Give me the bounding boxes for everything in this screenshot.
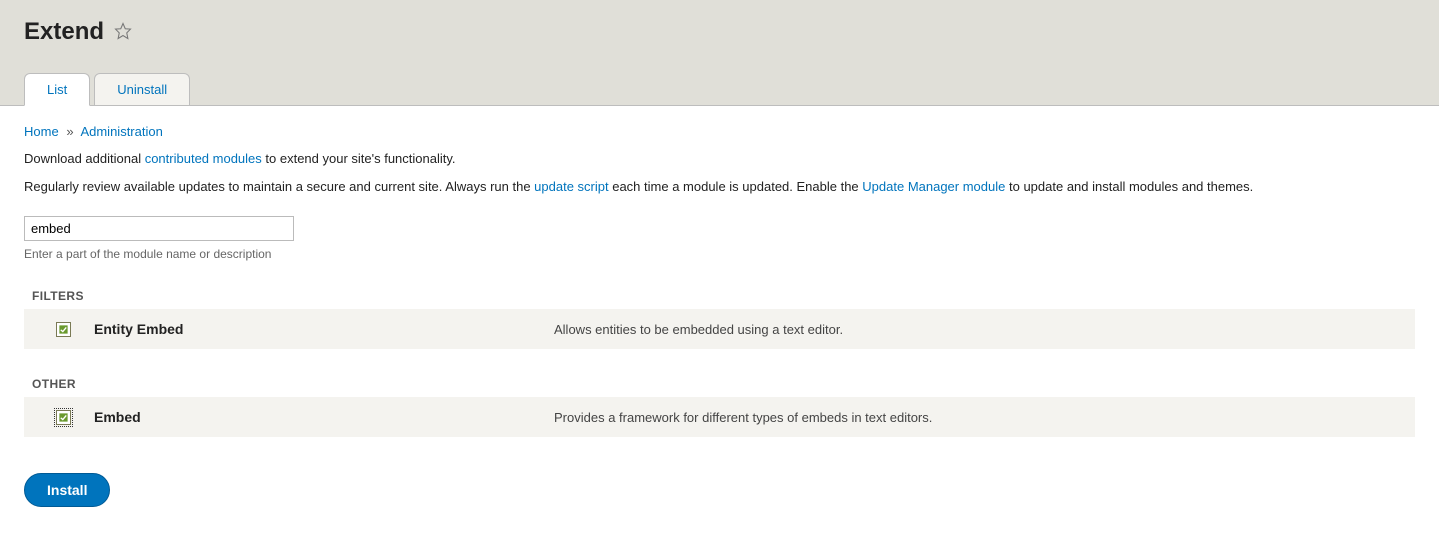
help-text-2-mid: each time a module is updated. Enable th… bbox=[609, 179, 863, 194]
module-row: Entity EmbedAllows entities to be embedd… bbox=[24, 309, 1415, 349]
help-text-2-post: to update and install modules and themes… bbox=[1005, 179, 1253, 194]
breadcrumb: Home » Administration bbox=[24, 124, 1415, 139]
tab-list[interactable]: List bbox=[24, 73, 90, 106]
help-text-2-pre: Regularly review available updates to ma… bbox=[24, 179, 534, 194]
page-title: Extend bbox=[24, 18, 104, 46]
contributed-modules-link[interactable]: contributed modules bbox=[145, 151, 262, 166]
install-button[interactable]: Install bbox=[24, 473, 110, 507]
help-text-2: Regularly review available updates to ma… bbox=[24, 177, 1415, 197]
module-checkbox[interactable] bbox=[56, 410, 71, 425]
breadcrumb-home[interactable]: Home bbox=[24, 124, 59, 139]
module-name[interactable]: Embed bbox=[94, 409, 554, 425]
module-filter-description: Enter a part of the module name or descr… bbox=[24, 247, 1415, 261]
module-checkbox-cell bbox=[32, 322, 94, 337]
update-script-link[interactable]: update script bbox=[534, 179, 608, 194]
module-description: Provides a framework for different types… bbox=[554, 410, 1407, 425]
module-name[interactable]: Entity Embed bbox=[94, 321, 554, 337]
help-text-1: Download additional contributed modules … bbox=[24, 149, 1415, 169]
module-row: EmbedProvides a framework for different … bbox=[24, 397, 1415, 437]
module-filter-input[interactable] bbox=[24, 216, 294, 241]
tab-uninstall[interactable]: Uninstall bbox=[94, 73, 190, 106]
favorite-star-icon[interactable] bbox=[114, 22, 132, 43]
module-description: Allows entities to be embedded using a t… bbox=[554, 322, 1407, 337]
module-checkbox-cell bbox=[32, 410, 94, 425]
breadcrumb-separator: » bbox=[66, 124, 73, 139]
primary-tabs: List Uninstall bbox=[24, 73, 1415, 106]
breadcrumb-admin[interactable]: Administration bbox=[80, 124, 162, 139]
update-manager-link[interactable]: Update Manager module bbox=[862, 179, 1005, 194]
section-label: FILTERS bbox=[24, 289, 1415, 303]
help-text-1-pre: Download additional bbox=[24, 151, 145, 166]
help-text-1-post: to extend your site's functionality. bbox=[262, 151, 456, 166]
module-checkbox[interactable] bbox=[56, 322, 71, 337]
section-label: OTHER bbox=[24, 377, 1415, 391]
